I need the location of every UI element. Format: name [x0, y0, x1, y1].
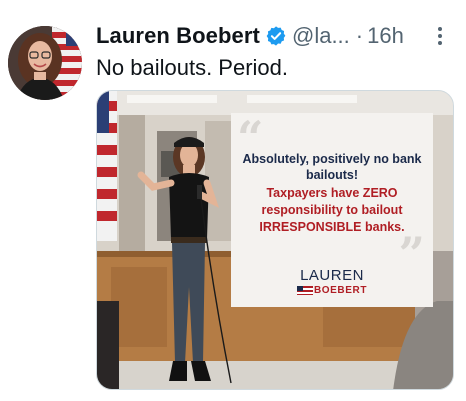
verified-badge-icon[interactable] — [265, 25, 287, 47]
quote-card: “ Absolutely, positively no bank bailout… — [231, 113, 433, 307]
brand-logo: BOEBERT — [231, 285, 433, 296]
separator-dot: · — [355, 23, 364, 48]
avatar[interactable] — [8, 26, 82, 100]
brand-last-name: BOEBERT — [313, 285, 368, 296]
more-options-icon[interactable] — [432, 24, 448, 48]
timestamp[interactable]: 16h — [367, 23, 404, 49]
brand-first-name: LAUREN — [300, 267, 364, 284]
flag-icon — [296, 286, 313, 295]
tweet[interactable]: Lauren Boebert @la... · 16h No bailouts.… — [0, 0, 466, 401]
tweet-header: Lauren Boebert @la... · 16h — [96, 20, 404, 52]
avatar-image — [8, 26, 82, 100]
tweet-text: No bailouts. Period. — [96, 55, 288, 80]
quote-headline: Absolutely, positively no bank bailouts! — [242, 152, 422, 182]
display-name[interactable]: Lauren Boebert — [96, 23, 260, 49]
tweet-media[interactable]: “ Absolutely, positively no bank bailout… — [96, 90, 454, 390]
handle[interactable]: @la... — [292, 23, 350, 49]
